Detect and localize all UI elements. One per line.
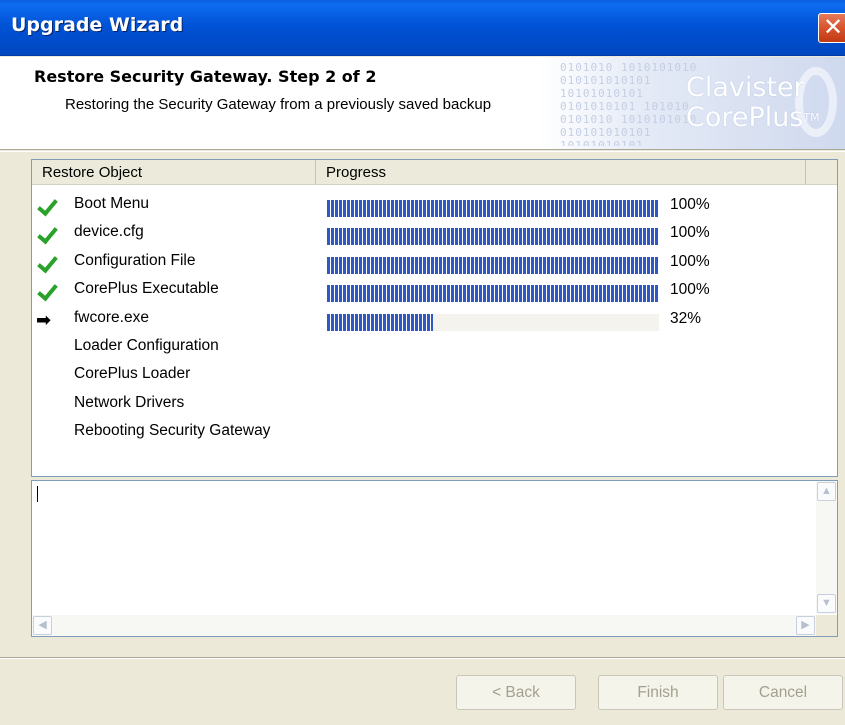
progress-bar	[327, 228, 659, 246]
list-item[interactable]: Rebooting Security Gateway	[32, 418, 837, 446]
scroll-right-icon[interactable]: ▶	[796, 616, 815, 635]
column-header-progress[interactable]: Progress	[316, 160, 806, 185]
progress-bar	[327, 200, 659, 217]
scrollbar-corner	[816, 615, 837, 636]
progress-fill	[327, 228, 659, 246]
list-item[interactable]: CorePlus Loader	[32, 361, 837, 389]
header-divider	[0, 151, 845, 153]
log-output[interactable]: ▲ ▼ ◀ ▶	[31, 480, 838, 637]
restore-object-name: CorePlus Loader	[74, 365, 191, 383]
list-item[interactable]: ➡ fwcore.exe 32%	[32, 305, 837, 333]
restore-object-name: Rebooting Security Gateway	[74, 422, 271, 440]
window-title: Upgrade Wizard	[11, 14, 184, 36]
list-item[interactable]: Loader Configuration	[32, 333, 837, 361]
progress-fill	[327, 256, 659, 274]
progress-percent: 32%	[670, 309, 702, 327]
column-header-empty[interactable]	[806, 160, 837, 185]
close-button[interactable]: ✕	[818, 13, 845, 43]
restore-object-list[interactable]: Restore Object Progress Boot Menu 100% dev…	[31, 159, 838, 477]
restore-object-name: Network Drivers	[74, 393, 185, 411]
list-item[interactable]: CorePlus Executable 100%	[32, 276, 837, 304]
progress-percent: 100%	[670, 281, 710, 299]
progress-bar	[327, 256, 659, 274]
progress-percent: 100%	[670, 252, 710, 270]
progress-fill	[327, 285, 659, 303]
list-item[interactable]: Boot Menu 100%	[32, 191, 837, 219]
title-bar: Upgrade Wizard ✕	[0, 0, 845, 56]
vertical-scrollbar[interactable]: ▲ ▼	[816, 481, 837, 614]
progress-percent: 100%	[670, 224, 710, 242]
progress-percent: 100%	[670, 196, 710, 213]
restore-object-name: Configuration File	[74, 251, 196, 269]
brand-line-2: CorePlus	[686, 102, 804, 133]
column-header-restore-object[interactable]: Restore Object	[32, 160, 316, 185]
progress-fill	[327, 200, 659, 217]
restore-object-name: Loader Configuration	[74, 337, 219, 354]
finish-button[interactable]: Finish	[598, 675, 718, 710]
scroll-up-icon[interactable]: ▲	[817, 482, 836, 501]
footer-divider	[0, 657, 845, 659]
text-caret	[37, 486, 38, 502]
restore-object-name: device.cfg	[74, 223, 144, 241]
arrow-right-icon: ➡	[36, 309, 52, 330]
restore-object-name: CorePlus Executable	[74, 280, 219, 298]
list-header: Restore Object Progress	[32, 160, 837, 185]
check-icon	[36, 224, 56, 244]
list-item[interactable]: Network Drivers	[32, 390, 837, 418]
brand-trademark: TM	[803, 111, 820, 124]
brand-logo: Clavister CorePlusTM	[686, 73, 820, 133]
restore-object-name: Boot Menu	[74, 195, 149, 212]
progress-bar	[327, 285, 659, 303]
progress-fill	[327, 313, 434, 331]
cancel-button[interactable]: Cancel	[723, 675, 843, 710]
list-item[interactable]: device.cfg 100%	[32, 219, 837, 247]
scroll-left-icon[interactable]: ◀	[33, 616, 52, 635]
brand-line-1: Clavister	[686, 72, 805, 103]
back-button[interactable]: < Back	[456, 675, 576, 710]
scroll-down-icon[interactable]: ▼	[817, 594, 836, 613]
step-title: Restore Security Gateway. Step 2 of 2	[34, 67, 377, 86]
restore-object-name: fwcore.exe	[74, 308, 149, 326]
wizard-header: 0101010 1010101010 010101010101 10101010…	[0, 57, 845, 150]
binary-pattern-decoration: 0101010 1010101010 010101010101 10101010…	[560, 61, 698, 146]
check-icon	[36, 253, 56, 273]
step-description: Restoring the Security Gateway from a pr…	[65, 96, 492, 113]
check-icon	[36, 281, 56, 301]
check-icon	[36, 196, 56, 216]
progress-bar	[327, 313, 659, 331]
list-item[interactable]: Configuration File 100%	[32, 248, 837, 276]
horizontal-scrollbar[interactable]: ◀ ▶	[32, 615, 816, 636]
upgrade-wizard-window: Upgrade Wizard ✕ 0101010 1010101010 0101…	[0, 0, 845, 725]
